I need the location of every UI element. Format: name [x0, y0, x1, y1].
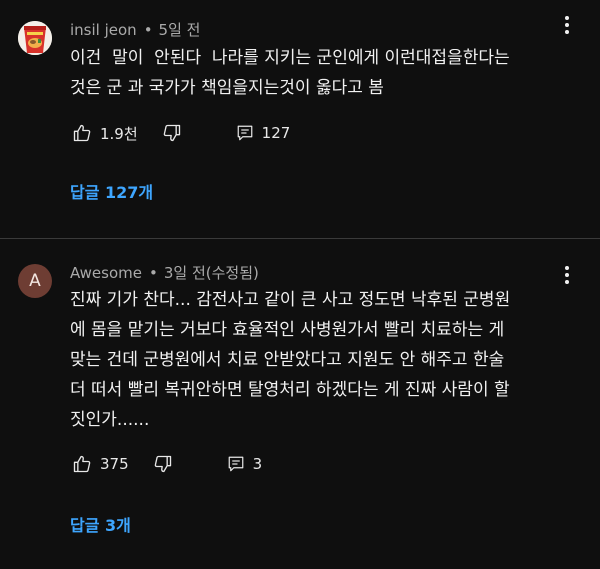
- dislike-button[interactable]: [153, 454, 173, 474]
- thumbs-down-icon: [154, 455, 171, 473]
- author-name[interactable]: insil jeon: [70, 21, 137, 39]
- comment-thread: A Awesome • 3일 전(수정됨) 진짜 기가 찬다... 감전사고 같이 …: [0, 239, 600, 569]
- view-replies-button[interactable]: 답글 3개: [70, 515, 131, 537]
- author-name[interactable]: Awesome: [70, 264, 142, 282]
- reply-count: 3: [252, 455, 263, 473]
- like-button[interactable]: 1.9천: [72, 123, 138, 144]
- more-vertical-icon[interactable]: [560, 264, 574, 286]
- comment-icon: [237, 125, 253, 141]
- avatar[interactable]: A: [18, 264, 52, 298]
- like-count: 375: [100, 455, 129, 473]
- avatar[interactable]: [18, 21, 52, 55]
- thumbs-down-icon: [163, 124, 180, 142]
- comment-thread: insil jeon • 5일 전 이건 말이 안된다 나라를 지키는 군인에게 이…: [0, 0, 600, 238]
- separator: •: [143, 21, 153, 39]
- timestamp[interactable]: 5일 전: [159, 21, 201, 39]
- reply-button[interactable]: 127: [236, 124, 291, 142]
- separator: •: [148, 264, 158, 282]
- reply-button[interactable]: 3: [227, 455, 263, 473]
- comment-text: 진짜 기가 찬다... 감전사고 같이 큰 사고 정도면 낙후된 군병원 에 몸…: [70, 290, 511, 430]
- like-count: 1.9천: [100, 124, 138, 143]
- timestamp[interactable]: 3일 전(수정됨): [164, 264, 259, 282]
- like-button[interactable]: 375: [72, 454, 129, 474]
- view-replies-button[interactable]: 답글 127개: [70, 182, 153, 204]
- thumbs-up-icon: [73, 455, 91, 473]
- comment-actions: 1.9천 127: [72, 121, 290, 145]
- comment-header: insil jeon • 5일 전: [70, 20, 200, 40]
- comment-icon: [228, 456, 243, 472]
- more-vertical-icon[interactable]: [560, 14, 574, 36]
- reply-count: 127: [261, 124, 291, 142]
- comment-text: 이건 말이 안된다 나라를 지키는 군인에게 이런대접을한다는 것은 군 과 국…: [70, 48, 510, 98]
- thumbs-up-icon: [73, 124, 91, 142]
- ramen-cup-avatar-icon: [18, 21, 52, 55]
- comment-header: Awesome • 3일 전(수정됨): [70, 263, 259, 283]
- comment-actions: 375 3: [72, 452, 262, 476]
- dislike-button[interactable]: [162, 123, 182, 143]
